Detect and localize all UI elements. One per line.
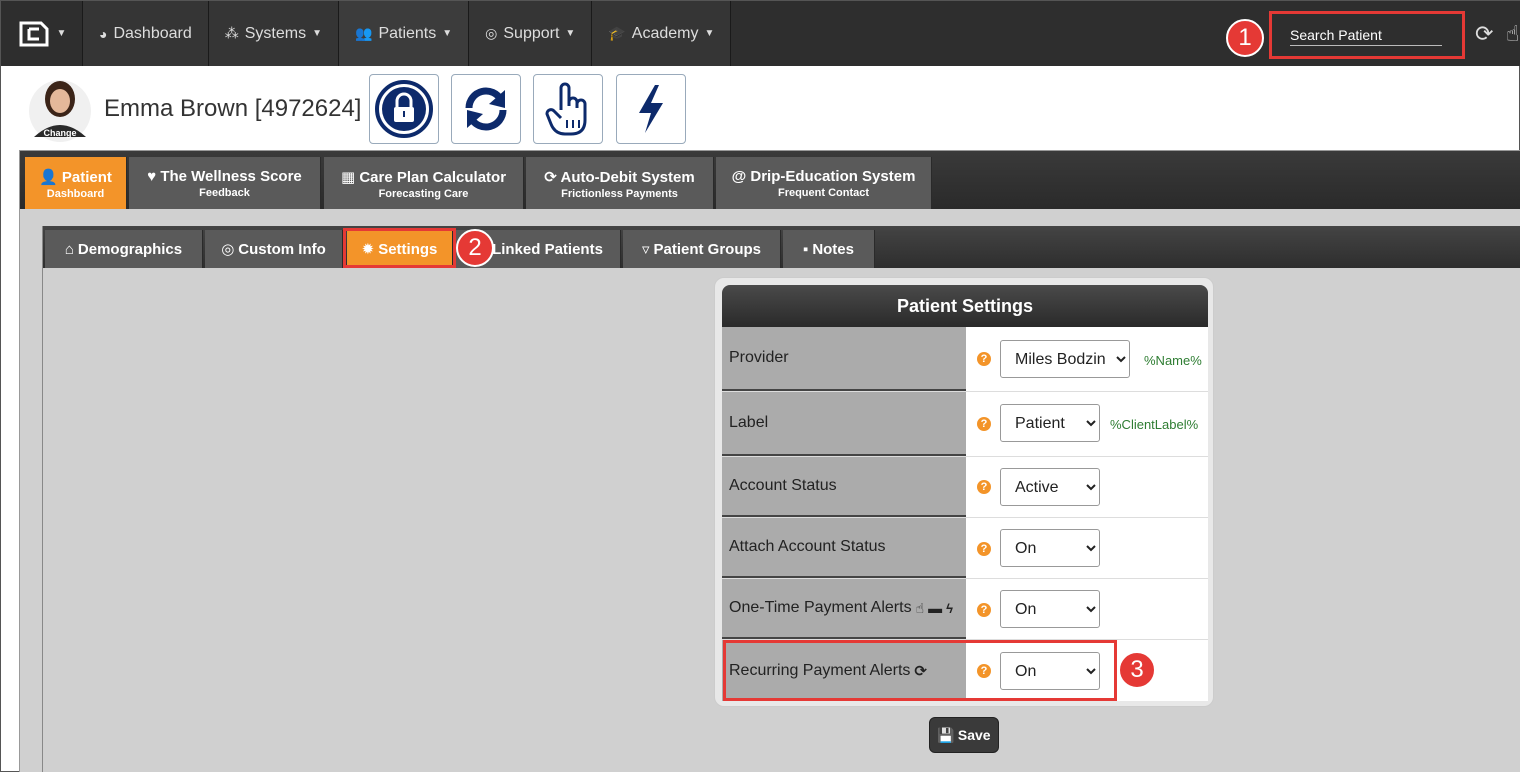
user-icon: 👤 bbox=[39, 169, 58, 186]
nav-dashboard[interactable]: ◕ Dashboard bbox=[83, 1, 209, 66]
help-icon[interactable]: ? bbox=[977, 542, 991, 556]
setting-label: Label bbox=[722, 392, 966, 456]
attach-account-status-select[interactable]: On bbox=[1000, 529, 1100, 567]
search-highlight bbox=[1269, 11, 1465, 59]
setting-label: Account Status bbox=[722, 457, 966, 517]
avatar-change-label[interactable]: Change bbox=[40, 128, 80, 138]
chevron-down-icon: ▼ bbox=[565, 28, 576, 39]
note-icon: ▪ bbox=[802, 240, 809, 258]
avatar[interactable]: Change bbox=[28, 75, 92, 143]
annotation-marker-2: 2 bbox=[456, 229, 494, 267]
account-status-select[interactable]: Active bbox=[1000, 468, 1100, 506]
annotation-marker-3: 3 bbox=[1118, 651, 1156, 689]
setting-row-account-status: Account Status ? Active bbox=[722, 457, 1208, 518]
at-icon: @ bbox=[731, 168, 747, 185]
setting-label: Attach Account Status bbox=[722, 518, 966, 578]
lock-button[interactable] bbox=[369, 74, 439, 144]
settings-highlight bbox=[343, 228, 456, 268]
tab-custom-info[interactable]: ◎ Custom Info bbox=[205, 230, 343, 268]
tab-notes[interactable]: ▪ Notes bbox=[783, 230, 875, 268]
chevron-down-icon: ▼ bbox=[704, 28, 715, 39]
nav-academy[interactable]: 🎓 Academy ▼ bbox=[592, 1, 732, 66]
calculator-icon: ▦ bbox=[340, 169, 356, 186]
merge-token: %ClientLabel% bbox=[1110, 417, 1199, 432]
chevron-down-icon: ▼ bbox=[312, 28, 322, 39]
bolt-icon: ϟ bbox=[946, 600, 953, 616]
main-tab-bar: 👤 Patient Dashboard ♥ The Wellness Score… bbox=[20, 151, 1520, 209]
quick-pay-button[interactable] bbox=[616, 74, 686, 144]
users-icon: 👥 bbox=[355, 25, 373, 41]
bolt-icon bbox=[639, 85, 663, 133]
one-time-button[interactable] bbox=[533, 74, 603, 144]
help-icon[interactable]: ? bbox=[977, 417, 991, 431]
help-icon[interactable]: ? bbox=[977, 480, 991, 494]
floppy-disk-icon: 💾 bbox=[937, 726, 955, 743]
hand-pointer-icon bbox=[545, 82, 587, 136]
nav-patients[interactable]: 👥 Patients ▼ bbox=[339, 1, 470, 66]
home-icon: ⌂ bbox=[64, 240, 74, 258]
bullseye-icon: ◎ bbox=[221, 241, 235, 258]
lock-icon bbox=[375, 80, 433, 138]
tab-wellness-score[interactable]: ♥ The Wellness Score Feedback bbox=[129, 157, 321, 209]
graduation-cap-icon: 🎓 bbox=[608, 25, 626, 41]
merge-token: %Name% bbox=[1144, 353, 1202, 368]
setting-row-provider: Provider ? Miles Bodzin %Name% bbox=[722, 327, 1208, 392]
nav-support[interactable]: ◎ Support ▼ bbox=[469, 1, 593, 66]
refresh-icon bbox=[465, 87, 507, 131]
hand-pointer-icon: ☝ bbox=[915, 599, 925, 616]
sitemap-icon: ⁂ bbox=[224, 25, 239, 41]
label-select[interactable]: Patient bbox=[1000, 404, 1100, 442]
tab-patient-groups[interactable]: ▿ Patient Groups bbox=[623, 230, 781, 268]
help-icon[interactable]: ? bbox=[977, 352, 991, 366]
chevron-down-icon: ▼ bbox=[442, 28, 453, 39]
setting-label: One-Time Payment Alerts ☝ ▬ ϟ bbox=[722, 579, 966, 639]
tab-drip-education-system[interactable]: @ Drip-Education System Frequent Contact bbox=[716, 157, 932, 209]
tab-patient-dashboard[interactable]: 👤 Patient Dashboard bbox=[25, 157, 127, 209]
bucket-icon: ▿ bbox=[641, 241, 650, 258]
search-patient-input[interactable] bbox=[1290, 24, 1442, 46]
lifebuoy-icon: ◎ bbox=[485, 25, 498, 41]
nav-systems[interactable]: ⁂ Systems ▼ bbox=[208, 1, 339, 66]
heartbeat-icon: ♥ bbox=[147, 168, 157, 185]
setting-row-attach-account-status: Attach Account Status ? On bbox=[722, 518, 1208, 579]
hand-pointer-icon[interactable]: ☝ bbox=[1506, 21, 1519, 47]
setting-label: Provider bbox=[722, 327, 966, 391]
sub-tab-bar: ⌂ Demographics ◎ Custom Info ✹ Settings … bbox=[43, 226, 1520, 268]
panel-title: Patient Settings bbox=[722, 285, 1208, 327]
annotation-marker-1: 1 bbox=[1226, 19, 1264, 57]
help-icon[interactable]: ? bbox=[977, 603, 991, 617]
provider-select[interactable]: Miles Bodzin bbox=[1000, 340, 1130, 378]
brand-menu[interactable]: ▼ bbox=[1, 1, 83, 66]
tab-demographics[interactable]: ⌂ Demographics bbox=[45, 230, 203, 268]
setting-row-one-time-payment-alerts: One-Time Payment Alerts ☝ ▬ ϟ ? On bbox=[722, 579, 1208, 640]
one-time-payment-alerts-select[interactable]: On bbox=[1000, 590, 1100, 628]
save-button[interactable]: 💾 Save bbox=[929, 717, 999, 753]
patient-name: Emma Brown [4972624] bbox=[104, 95, 362, 122]
tab-care-plan-calculator[interactable]: ▦ Care Plan Calculator Forecasting Care bbox=[324, 157, 524, 209]
recurring-alerts-highlight bbox=[723, 640, 1117, 701]
setting-row-label: Label ? Patient %ClientLabel% bbox=[722, 392, 1208, 457]
brand-logo-icon bbox=[19, 21, 49, 46]
credit-card-icon: ▬ bbox=[928, 600, 943, 616]
dashboard-icon: ◕ bbox=[99, 25, 108, 42]
refresh-icon[interactable]: ⟳ bbox=[1475, 21, 1493, 47]
chevron-down-icon: ▼ bbox=[56, 28, 67, 39]
tab-auto-debit-system[interactable]: ⟳ Auto-Debit System Frictionless Payment… bbox=[526, 157, 714, 209]
recurring-button[interactable] bbox=[451, 74, 521, 144]
refresh-icon: ⟳ bbox=[544, 169, 557, 186]
